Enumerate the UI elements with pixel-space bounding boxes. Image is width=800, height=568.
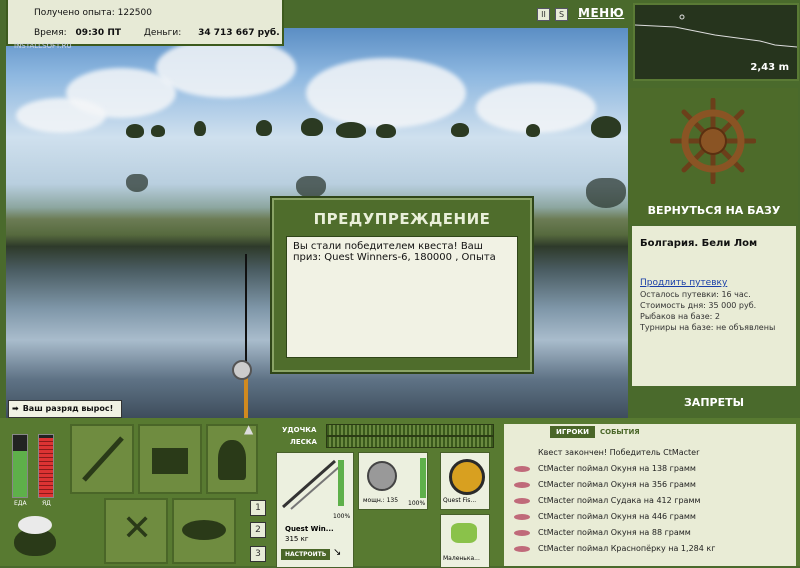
- quest-finished-message: Квест закончен! Победитель CtMacter: [538, 448, 700, 457]
- line-gauge-label: ЛЕСКА: [290, 438, 317, 446]
- experience-label: Получено опыта:: [34, 8, 115, 18]
- line-spool-icon: [449, 459, 485, 495]
- rods-slot[interactable]: [70, 424, 134, 494]
- line-name: Quest Fis...: [443, 497, 477, 504]
- tackle-box-icon: [152, 448, 188, 474]
- rank-notification[interactable]: ➡ Ваш разряд вырос!: [8, 400, 122, 418]
- knife-fork-slot[interactable]: ✕: [104, 498, 168, 564]
- location-title: Болгария. Бели Лом: [640, 238, 758, 249]
- dialog-title: ПРЕДУПРЕЖДЕНИЕ: [313, 210, 491, 228]
- fish-icon: [514, 529, 530, 536]
- tab-events[interactable]: СОБЫТИЯ: [600, 428, 640, 436]
- fish-icon: [182, 520, 226, 540]
- lure-name: Маленька...: [443, 555, 480, 562]
- cauldron-icon[interactable]: [10, 514, 60, 558]
- fishing-rod[interactable]: [232, 254, 252, 418]
- base-panel: ВЕРНУТЬСЯ НА БАЗУ: [630, 88, 798, 224]
- fork-knife-icon: ✕: [122, 508, 153, 549]
- rod-icon: [82, 436, 124, 482]
- event-item: CtMacter поймал Окуня на 138 грамм: [514, 464, 696, 473]
- rod-condition-bar: [338, 460, 344, 506]
- reel-icon: [232, 360, 252, 380]
- poison-bar: [38, 434, 54, 498]
- fish-slot[interactable]: [172, 498, 236, 564]
- fisherman-icon: [218, 440, 246, 480]
- extend-permit-link[interactable]: Продлить путевку: [640, 278, 727, 288]
- rod-condition: 100%: [333, 513, 351, 520]
- fishers-count: Рыбаков на базе: 2: [640, 312, 720, 321]
- dialog-message: Вы стали победителем квеста! Ваш приз: Q…: [286, 236, 518, 358]
- slot-1-button[interactable]: 1: [250, 500, 266, 516]
- reel-condition-bar: [420, 458, 426, 498]
- sound-icon[interactable]: S: [555, 8, 568, 21]
- event-item: CtMacter поймал Краснопёрку на 1,284 кг: [514, 544, 715, 553]
- tab-players[interactable]: ИГРОКИ: [550, 426, 595, 438]
- fish-icon: [514, 545, 530, 552]
- money-label: Деньги:: [143, 28, 182, 38]
- fish-icon: [514, 513, 530, 520]
- lure-icon: [451, 523, 477, 543]
- configure-button[interactable]: НАСТРОИТЬ: [281, 549, 331, 560]
- experience-value: 122500: [117, 8, 152, 18]
- rod-tension-gauge: [326, 424, 494, 436]
- event-item: CtMacter поймал Окуня на 88 грамм: [514, 528, 691, 537]
- rod-gauge-label: УДОЧКА: [282, 426, 317, 434]
- watermark: INSTALLSOFT.RU: [14, 42, 72, 50]
- fish-icon: [514, 465, 530, 472]
- ship-wheel-icon: [670, 98, 756, 184]
- depth-value: 2,43 m: [750, 62, 789, 73]
- poison-label: ЯД: [42, 500, 51, 507]
- event-item: CtMacter поймал Окуня на 356 грамм: [514, 480, 696, 489]
- slot-2-button[interactable]: 2: [250, 522, 266, 538]
- tackle-panel: УДОЧКА ЛЕСКА Quest Win... 315 кг НАСТРОИ…: [276, 424, 498, 568]
- reel-power: мощн.: 135: [363, 497, 399, 504]
- depth-profile: 2,43 m: [633, 3, 799, 81]
- arrow-up-icon[interactable]: ▲: [244, 422, 253, 436]
- warning-dialog: ПРЕДУПРЕЖДЕНИЕ Вы стали победителем квес…: [272, 198, 532, 372]
- tackle-box-slot[interactable]: [138, 424, 202, 494]
- bans-button[interactable]: ЗАПРЕТЫ: [630, 390, 798, 416]
- rod-weight: 315 кг: [285, 535, 309, 543]
- events-panel: ИГРОКИ СОБЫТИЯ Квест закончен! Победител…: [504, 424, 796, 566]
- event-item: CtMacter поймал Судака на 412 грамм: [514, 496, 701, 505]
- return-to-base-button[interactable]: ВЕРНУТЬСЯ НА БАЗУ: [630, 204, 798, 217]
- permit-remaining: Осталось путевки: 16 час.: [640, 290, 751, 299]
- event-item: CtMacter поймал Окуня на 446 грамм: [514, 512, 696, 521]
- money-value: 34 713 667 руб.: [198, 28, 280, 38]
- fish-icon: [514, 481, 530, 488]
- time-label: Время:: [34, 28, 67, 38]
- rank-label: Ваш разряд вырос!: [22, 404, 114, 413]
- slot-3-button[interactable]: 3: [250, 546, 266, 562]
- day-cost: Стоимость дня: 35 000 руб.: [640, 301, 757, 310]
- time-value: 09:30 ПТ: [75, 28, 121, 38]
- pause-icon[interactable]: II: [537, 8, 550, 21]
- food-bar: [12, 434, 28, 498]
- reel-equipment-icon: [367, 461, 397, 491]
- fish-icon: [514, 497, 530, 504]
- rod-name: Quest Win...: [285, 525, 334, 533]
- location-panel: Болгария. Бели Лом Продлить путевку Оста…: [632, 226, 796, 386]
- food-label: ЕДА: [14, 500, 27, 507]
- line-equipment-slot[interactable]: Quest Fis...: [440, 452, 490, 510]
- lure-equipment-slot[interactable]: Маленька...: [440, 514, 490, 568]
- line-tension-gauge: [326, 436, 494, 448]
- arrow-right-icon: ➡: [12, 404, 19, 413]
- tournaments-status: Турниры на базе: не объявлены: [640, 323, 776, 332]
- arrow-diagonal-icon[interactable]: ↘: [333, 547, 341, 558]
- player-info-panel: Получено опыта: 122500 Время: 09:30 ПТ Д…: [6, 0, 284, 46]
- menu-button[interactable]: МЕНЮ: [578, 6, 624, 20]
- reel-condition: 100%: [408, 500, 426, 507]
